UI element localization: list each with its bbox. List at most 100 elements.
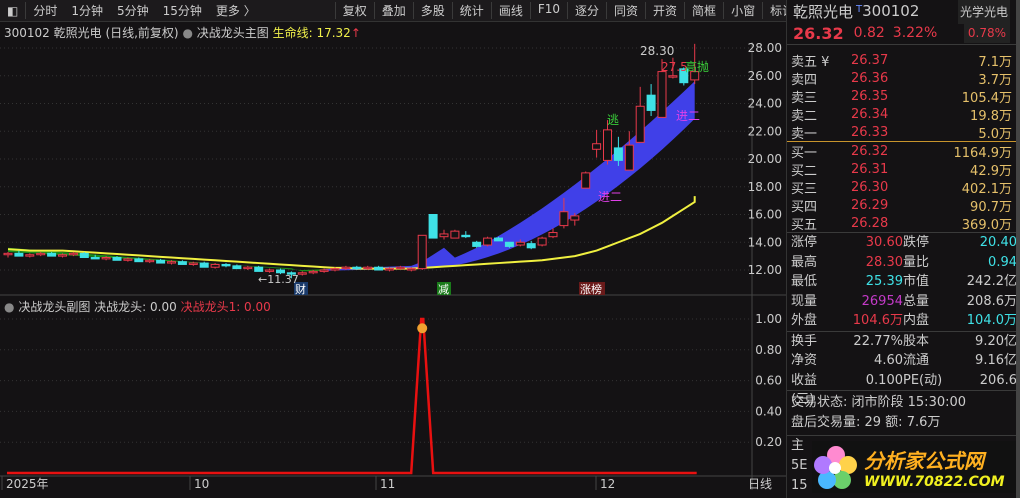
level-price: 26.31 bbox=[851, 161, 889, 177]
candle-body bbox=[330, 268, 340, 271]
level-volume: 19.8万 bbox=[970, 108, 1012, 124]
candle-body bbox=[363, 266, 373, 270]
price-annotation: 27.5 bbox=[661, 60, 688, 74]
level-volume: 3.7万 bbox=[978, 72, 1012, 88]
level-label: 买五 bbox=[791, 217, 818, 233]
level-price: 26.28 bbox=[851, 215, 889, 231]
candle-body bbox=[297, 272, 307, 275]
stat-label: 外盘 bbox=[791, 313, 818, 328]
sector-name[interactable]: 光学光电 bbox=[957, 0, 1010, 24]
level-label: 卖四 bbox=[791, 72, 818, 88]
scrollbar[interactable] bbox=[1016, 0, 1020, 498]
candle-body bbox=[3, 252, 13, 256]
candle-body bbox=[635, 105, 645, 143]
bid-row: 买三 26.30 402.1万 bbox=[787, 178, 1016, 197]
reduce-signal: 减 bbox=[438, 283, 449, 296]
level-price: 26.30 bbox=[851, 179, 889, 195]
sub-y-tick-label: 1.00 bbox=[755, 312, 782, 326]
stat-label: 流通 bbox=[903, 353, 930, 368]
level-label: 买一 bbox=[791, 145, 818, 161]
level-label: 卖二 bbox=[791, 108, 818, 124]
limit-up-signal: 涨榜 bbox=[580, 282, 602, 296]
x-tick-label: 2025年 bbox=[6, 477, 49, 491]
candle-body bbox=[472, 241, 482, 247]
level-price: 26.32 bbox=[851, 143, 889, 159]
stat-value: 0.94 bbox=[988, 254, 1017, 270]
candle-body bbox=[199, 262, 209, 268]
candle-body bbox=[25, 254, 35, 257]
level-label: 买二 bbox=[791, 163, 818, 179]
candle-body bbox=[101, 257, 111, 260]
stat-value: 28.30 bbox=[865, 254, 903, 270]
ask-row: 卖三 26.35 105.4万 bbox=[787, 87, 1016, 106]
candle-body bbox=[559, 211, 569, 227]
sector-pct: 0.78% bbox=[963, 23, 1010, 43]
stat-label: 内盘 bbox=[903, 313, 930, 328]
level-label: 卖五 ¥ bbox=[791, 54, 830, 70]
candle-body bbox=[210, 263, 220, 268]
stat-label: 总量 bbox=[903, 293, 930, 309]
stat-value: 208.6万 bbox=[966, 293, 1017, 309]
bid-row: 买四 26.29 90.7万 bbox=[787, 196, 1016, 215]
level-volume: 402.1万 bbox=[961, 181, 1012, 197]
candle-body bbox=[581, 172, 591, 189]
stat-label: 量比 bbox=[903, 254, 930, 270]
escape-signal: 逃 bbox=[607, 113, 619, 127]
candle-body bbox=[58, 254, 67, 257]
y-tick-label: 26.00 bbox=[748, 69, 782, 83]
bid-row: 买二 26.31 42.9万 bbox=[787, 160, 1016, 179]
stat-value: 25.39 bbox=[865, 274, 903, 289]
candle-body bbox=[526, 243, 536, 249]
flower-logo-icon bbox=[814, 446, 857, 489]
level-price: 26.33 bbox=[851, 124, 889, 140]
stat-value: 104.6万 bbox=[852, 313, 903, 328]
x-tick-label: 12 bbox=[600, 477, 615, 491]
candle-body bbox=[341, 266, 351, 270]
candle-body bbox=[254, 266, 264, 272]
ask-row: 卖五 ¥ 26.37 7.1万 bbox=[787, 51, 1016, 70]
bid-row: 买一 26.32 1164.9万 bbox=[787, 142, 1016, 161]
candle-body bbox=[188, 262, 198, 265]
level-price: 26.34 bbox=[851, 106, 889, 122]
watermark-logo: 分析家公式网 WWW.70822.COM bbox=[812, 441, 1016, 493]
after-hours-volume: 盘后交易量: 29 额: 7.6万 bbox=[791, 415, 941, 430]
level-volume: 1164.9万 bbox=[953, 145, 1013, 161]
kline-chart[interactable]: 28.00 26.00 24.00 22.00 20.00 18.00 16.00 14.00… bbox=[0, 0, 786, 498]
candle-body bbox=[47, 252, 57, 257]
x-tick-label: 11 bbox=[380, 477, 395, 491]
stat-label: 最低 bbox=[791, 274, 818, 289]
stat-value: 242.2亿 bbox=[966, 274, 1017, 289]
candle-body bbox=[112, 257, 122, 261]
logo-text: 分析家公式网 bbox=[864, 448, 984, 473]
stat-value: 206.6 bbox=[979, 372, 1017, 388]
level-label: 卖一 bbox=[791, 126, 818, 142]
candle-body bbox=[319, 269, 329, 272]
stat-label: 收益(三) bbox=[791, 372, 818, 408]
level-volume: 90.7万 bbox=[970, 199, 1012, 215]
ask-row: 卖二 26.34 19.8万 bbox=[787, 105, 1016, 124]
y-tick-label: 18.00 bbox=[748, 180, 782, 194]
level-price: 26.35 bbox=[851, 88, 889, 104]
y-tick-label: 16.00 bbox=[748, 208, 782, 222]
sub-y-tick-label: 0.40 bbox=[755, 404, 782, 418]
candle-body bbox=[537, 237, 547, 246]
stat-value: 30.60 bbox=[865, 235, 903, 250]
candle-body bbox=[123, 258, 133, 261]
candle-body bbox=[14, 252, 24, 257]
stat-value: 9.20亿 bbox=[975, 333, 1017, 349]
high-annotation: 28.30 bbox=[640, 44, 674, 58]
candle-body bbox=[613, 147, 623, 161]
level-label: 卖三 bbox=[791, 90, 818, 106]
candle-body bbox=[221, 263, 231, 267]
candle-body bbox=[428, 214, 438, 239]
candle-body bbox=[167, 261, 176, 264]
period-label: 日线 bbox=[748, 477, 772, 491]
candle-body bbox=[156, 259, 166, 264]
stat-label: 净资 bbox=[791, 353, 818, 368]
stat-value: 4.60 bbox=[874, 353, 903, 368]
candle-body bbox=[548, 232, 558, 238]
ribbon-blue bbox=[324, 81, 695, 271]
quote-pct: 3.22% bbox=[892, 25, 938, 41]
candle-body bbox=[265, 269, 275, 272]
candle-body bbox=[570, 215, 580, 221]
